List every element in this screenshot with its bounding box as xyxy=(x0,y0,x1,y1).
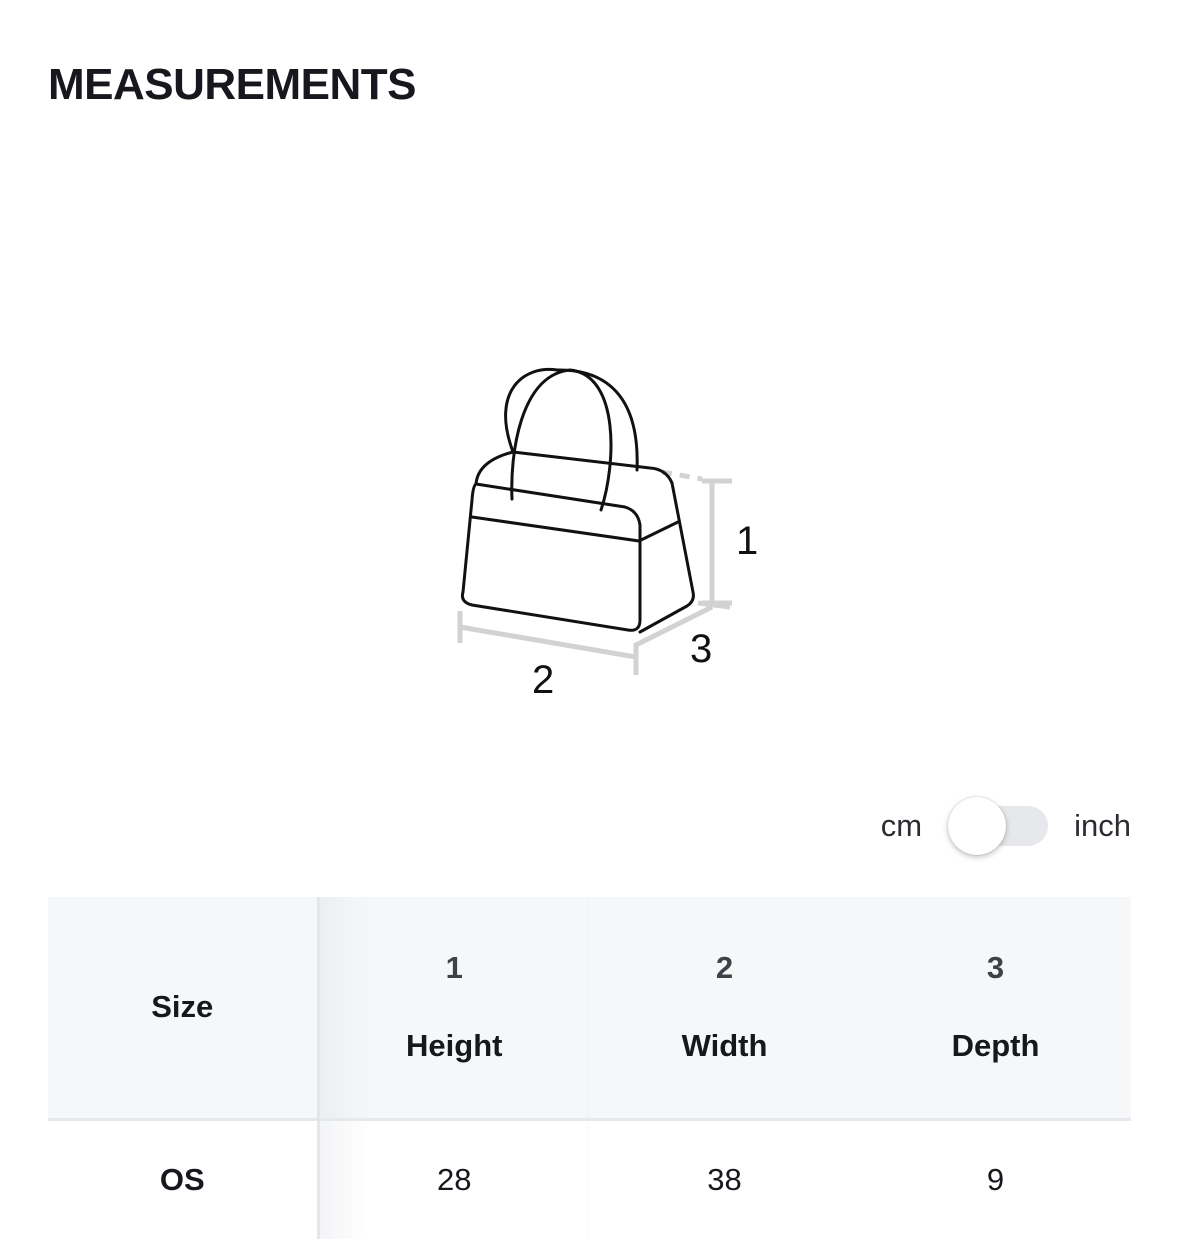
cell-width-value: 38 xyxy=(707,1161,742,1197)
dimension-label-height: 1 xyxy=(736,519,758,563)
column-name: Depth xyxy=(951,1028,1040,1064)
cell-depth-value: 9 xyxy=(986,1161,1005,1197)
size-column-header: Size xyxy=(48,897,320,1119)
dimension-label-width: 2 xyxy=(532,658,554,702)
size-table: Size 1 Height 2 Width 3 Depth OS 28 38 9 xyxy=(48,897,1131,1239)
cell-height-value: 28 xyxy=(318,1119,589,1239)
column-number: 1 xyxy=(445,950,463,986)
column-header-height: 1 Height xyxy=(318,897,589,1119)
column-name: Height xyxy=(406,1028,503,1064)
handbag-outline xyxy=(460,367,695,634)
column-number: 2 xyxy=(715,950,734,986)
unit-label-cm[interactable]: cm xyxy=(881,808,922,844)
unit-switch[interactable] xyxy=(948,797,1049,855)
height-dimension-line xyxy=(702,478,732,606)
unit-switch-knob[interactable] xyxy=(948,797,1007,855)
page-title: MEASUREMENTS xyxy=(48,60,417,109)
table-header-row: Size 1 Height 2 Width 3 Depth xyxy=(48,897,1131,1119)
column-header-depth: 3 Depth xyxy=(860,897,1131,1119)
dimension-label-depth: 3 xyxy=(690,627,712,671)
column-name: Width xyxy=(681,1028,768,1064)
row-size-value: OS xyxy=(48,1119,320,1239)
size-header-label: Size xyxy=(151,989,214,1025)
column-header-width: 2 Width xyxy=(589,897,860,1119)
unit-label-inch[interactable]: inch xyxy=(1074,808,1131,844)
table-row: OS 28 38 9 xyxy=(48,1119,1131,1239)
column-number: 3 xyxy=(986,950,1005,986)
unit-toggle: cm inch xyxy=(881,796,1131,856)
handbag-dimensions-icon: 1 2 3 xyxy=(457,367,758,702)
